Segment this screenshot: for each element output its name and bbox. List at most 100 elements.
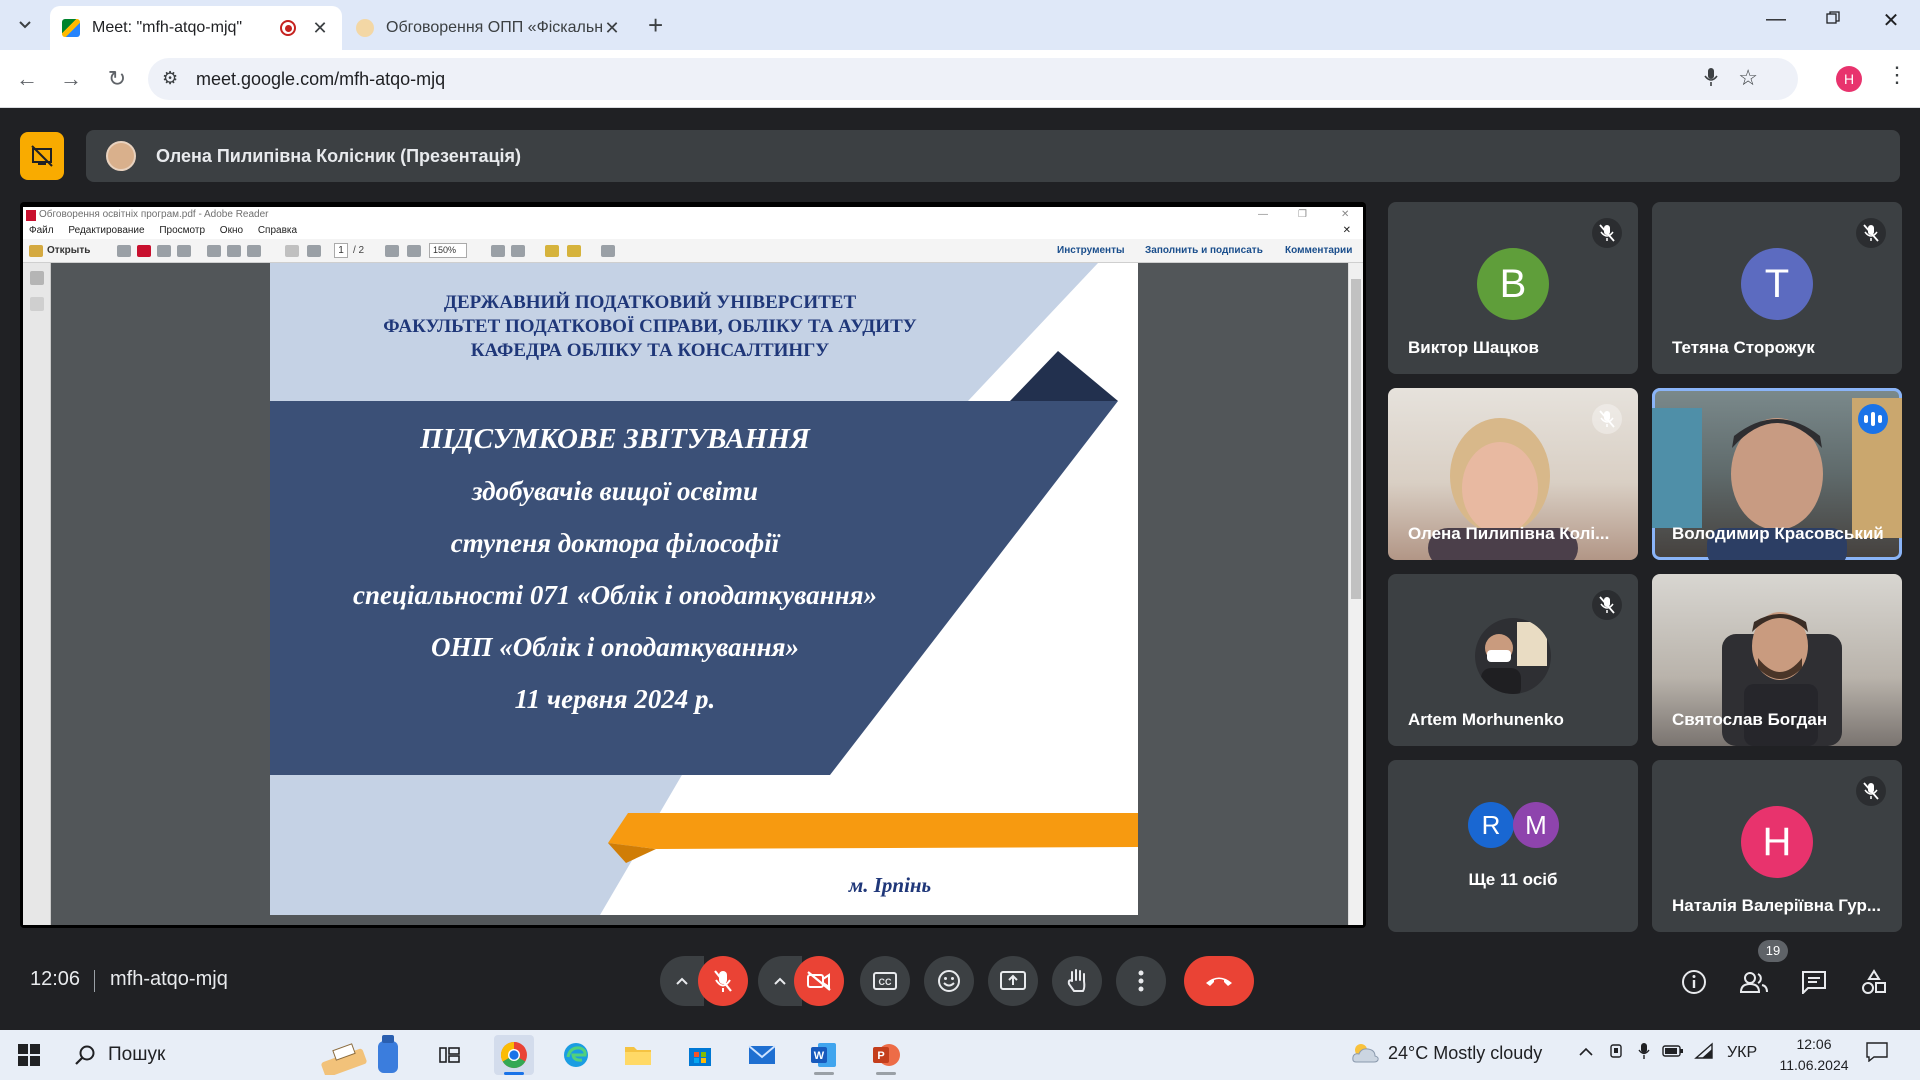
microphone-toggle-button[interactable]	[698, 956, 748, 1006]
scroll-thumb	[1351, 279, 1361, 599]
chat-button[interactable]	[1794, 962, 1834, 1002]
attachments-icon	[30, 297, 44, 311]
activities-button[interactable]	[1854, 962, 1894, 1002]
tray-battery-icon[interactable]	[1662, 1044, 1684, 1063]
tab-close-icon[interactable]: ✕	[310, 18, 330, 39]
microphone-icon[interactable]	[1704, 67, 1718, 93]
header-line: ДЕРЖАВНИЙ ПОДАТКОВИЙ УНІВЕРСИТЕТ	[443, 292, 857, 313]
stop-presenting-icon[interactable]	[20, 132, 64, 180]
tray-chevron-icon[interactable]	[1578, 1044, 1594, 1062]
participant-name: Тетяна Сторожук	[1672, 338, 1815, 357]
reader-restore-icon: ❐	[1298, 209, 1307, 220]
system-clock[interactable]: 12:06 11.06.2024	[1774, 1034, 1854, 1076]
zoom-out-icon	[385, 245, 399, 257]
activities-icon	[1862, 969, 1886, 994]
taskbar-powerpoint[interactable]: P	[866, 1035, 906, 1075]
taskbar-mail[interactable]	[742, 1035, 782, 1075]
leave-call-button[interactable]	[1184, 956, 1254, 1006]
meeting-details-button[interactable]	[1674, 962, 1714, 1002]
new-tab-button[interactable]: +	[648, 12, 663, 38]
taskbar-explorer[interactable]	[618, 1035, 658, 1075]
svg-text:CC: CC	[879, 977, 892, 987]
edge-icon	[564, 1043, 588, 1067]
bookmark-star-icon[interactable]: ☆	[1738, 65, 1758, 91]
meeting-clock: 12:06	[30, 968, 81, 990]
tab-discussion[interactable]: Обговорення ОПП «Фіскальне ✕	[344, 6, 634, 50]
reader-scrollbar	[1348, 263, 1363, 925]
raise-hand-button[interactable]	[1052, 956, 1102, 1006]
tray-microphone-icon[interactable]	[1638, 1042, 1650, 1065]
running-indicator	[814, 1072, 834, 1075]
more-vert-icon	[1138, 970, 1144, 992]
taskbar-edge[interactable]	[556, 1035, 596, 1075]
menu-help: Справка	[257, 225, 298, 236]
people-button[interactable]	[1734, 962, 1774, 1002]
participant-tile[interactable]: Н Наталія Валеріївна Гур...	[1652, 760, 1902, 932]
slide-title: ПІДСУМКОВЕ ЗВІТУВАННЯ	[420, 423, 810, 455]
reactions-button[interactable]	[924, 956, 974, 1006]
edit-icon	[157, 245, 171, 257]
camera-toggle-button[interactable]	[794, 956, 844, 1006]
windows-logo-icon	[18, 1044, 40, 1066]
tab-search-button[interactable]	[10, 10, 40, 40]
participant-photo-avatar	[1475, 618, 1551, 694]
open-folder-icon	[29, 245, 43, 257]
more-options-button[interactable]	[1116, 956, 1166, 1006]
browser-menu-icon[interactable]: ⋮	[1886, 62, 1908, 88]
tray-device-icon[interactable]	[1608, 1042, 1624, 1065]
mic-off-icon	[1856, 218, 1886, 248]
site-settings-icon[interactable]: ⚙	[162, 68, 178, 89]
participant-tile-video-speaking[interactable]: Володимир Красовський	[1652, 388, 1902, 560]
participant-tile-video[interactable]: Олена Пилипівна Колі...	[1388, 388, 1638, 560]
slide-line: ОНП «Облік і оподаткування»	[430, 632, 800, 662]
university-header: ДЕРЖАВНИЙ ПОДАТКОВИЙ УНІВЕРСИТЕТ ФАКУЛЬТ…	[270, 291, 1030, 363]
meeting-code: mfh-atqo-mjq	[110, 968, 228, 990]
taskbar-search[interactable]: Пошук	[62, 1035, 422, 1075]
participant-name: Виктор Шацков	[1408, 338, 1539, 357]
presentation-slide: ДЕРЖАВНИЙ ПОДАТКОВИЙ УНІВЕРСИТЕТ ФАКУЛЬТ…	[270, 263, 1138, 915]
notifications-icon[interactable]	[1866, 1042, 1888, 1067]
tab-strip: Meet: "mfh-atqo-mjq" ✕ Обговорення ОПП «…	[0, 0, 1920, 50]
minimize-button[interactable]: —	[1756, 8, 1796, 31]
comments-label: Комментарии	[1285, 245, 1353, 256]
email-icon	[247, 245, 261, 257]
fill-sign-label: Заполнить и подписать	[1145, 245, 1263, 256]
reader-side-panel	[23, 263, 51, 925]
mic-off-icon	[714, 970, 732, 992]
taskbar-word[interactable]: W	[804, 1035, 844, 1075]
participant-name: Святослав Богдан	[1672, 710, 1828, 729]
shared-screen: Обговорення освітніх програм.pdf - Adobe…	[20, 202, 1366, 928]
participant-tile-video[interactable]: Святослав Богдан	[1652, 574, 1902, 746]
task-view-button[interactable]	[430, 1035, 470, 1075]
tab-meet[interactable]: Meet: "mfh-atqo-mjq" ✕	[50, 6, 342, 50]
more-participants-tile[interactable]: R M Ще 11 осіб	[1388, 760, 1638, 932]
reload-button[interactable]: ↻	[102, 64, 132, 94]
omnibox[interactable]: ⚙ meet.google.com/mfh-atqo-mjq ☆	[148, 58, 1798, 100]
close-window-button[interactable]: ✕	[1871, 8, 1911, 33]
mic-off-icon	[1592, 404, 1622, 434]
info-icon	[1682, 970, 1706, 994]
present-screen-button[interactable]	[988, 956, 1038, 1006]
participant-tile[interactable]: В Виктор Шацков	[1388, 202, 1638, 374]
taskbar-store[interactable]	[680, 1035, 720, 1075]
comment-icon	[545, 245, 559, 257]
restore-button[interactable]	[1813, 8, 1853, 31]
present-icon	[1000, 971, 1026, 990]
profile-avatar[interactable]: Н	[1836, 66, 1862, 92]
weather-widget[interactable]: 24°C Mostly cloudy	[1350, 1042, 1542, 1064]
forward-button[interactable]: →	[56, 64, 86, 94]
slide-line: здобувачів вищої освіти	[471, 476, 759, 506]
taskbar-chrome[interactable]	[494, 1035, 534, 1075]
tab-close-icon[interactable]: ✕	[602, 18, 622, 39]
menu-window: Окно	[219, 225, 244, 236]
url-text[interactable]: meet.google.com/mfh-atqo-mjq	[196, 69, 445, 90]
participant-tile[interactable]: Т Тетяна Сторожук	[1652, 202, 1902, 374]
windows-start-button[interactable]	[18, 1044, 40, 1071]
participant-tile[interactable]: Artem Morhunenko	[1388, 574, 1638, 746]
captions-button[interactable]: CC	[860, 956, 910, 1006]
back-button[interactable]: ←	[12, 64, 42, 94]
svg-text:W: W	[814, 1050, 825, 1062]
reader-doc-close-icon: ✕	[1342, 225, 1351, 236]
language-indicator[interactable]: УКР	[1727, 1044, 1757, 1062]
tray-wifi-icon[interactable]	[1694, 1042, 1714, 1065]
